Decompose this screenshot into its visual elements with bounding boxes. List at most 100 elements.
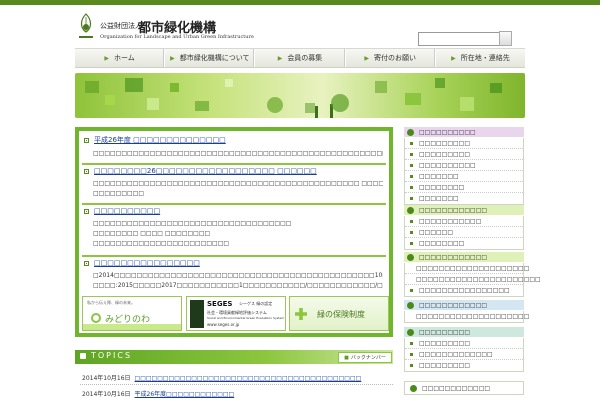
bullet-icon <box>410 141 413 145</box>
recycle-icon <box>407 128 414 136</box>
nav-home[interactable]: ▶ ホーム <box>75 49 166 67</box>
sidebar-link-label: □□□□□□□□ <box>419 240 465 247</box>
bullet-icon <box>410 289 413 292</box>
news-title-link[interactable]: 平成26年度 □□□□□□□□□□□□□□ <box>94 135 226 145</box>
sidebar-link[interactable]: □□□□□□□ <box>405 193 523 204</box>
seges-english: Social and Environmental Green Evaluatio… <box>207 316 285 320</box>
news-body-line: □2014□□□□□□□□□□□□□□□□□□□□□□□□□□□□□□□□□□□… <box>93 272 383 279</box>
sidebar-link[interactable]: □□□□□□□□□□□□□ <box>405 349 523 360</box>
sidebar-link[interactable]: □□□□□□□□□□□□□□□□□□□□ <box>405 263 529 274</box>
sidebar-section: □□□□□□□□□□□□ □□□□□□□□□□□ □□□□□□ □□□□□□□□ <box>404 205 524 250</box>
global-nav: ▶ ホーム ▶ 都市緑化機構について ▶ 会員の募集 ▶ 寄付のお願い ▶ 所在地・連絡先 <box>75 48 525 68</box>
search-button[interactable] <box>499 31 512 46</box>
nav-donation[interactable]: ▶ 寄付のお願い <box>346 49 436 67</box>
sidebar-link[interactable]: □□□□□□□□□□□□□□□□ <box>405 285 523 296</box>
nav-label: 寄付のお願い <box>374 54 417 62</box>
sidebar-link-label: □□□□□□□□□□□□□□□□ <box>419 287 510 294</box>
bullet-icon <box>84 260 89 266</box>
site-header: 公益財団法人 都市緑化機構 Organization for Landscape… <box>0 5 600 49</box>
nav-about[interactable]: ▶ 都市緑化機構について <box>165 49 256 67</box>
sidebar-link[interactable]: □□□□□□□□□ <box>405 138 523 149</box>
sidebar-link[interactable]: □□□□□□□□ <box>405 182 523 193</box>
bullet-icon <box>410 219 413 223</box>
news-body-line: □□□□□□□□□ <box>93 190 145 197</box>
arrow-right-icon: ▶ <box>277 54 283 62</box>
topic-row: 2014年10月16日 □□□□□□□□□□□□□□□□□□□□□□□□□□□□□… <box>82 373 361 382</box>
sidebar-link-label: □□□□□□□ <box>419 195 459 202</box>
news-item: □□□□□□□□□□ □□□□□□□□□□□□□□□□□□□□□□□□□□□□□… <box>82 207 386 257</box>
sidebar-link[interactable]: □□□□□□□□ <box>405 238 523 249</box>
sidebar-footer-link[interactable]: □□□□□□□□□□□□ <box>404 381 524 395</box>
bullet-icon <box>84 137 89 143</box>
sidebar-link[interactable]: □□□□□□ <box>405 227 523 238</box>
news-title-link[interactable]: □□□□□□□□□□ <box>94 207 160 215</box>
sidebar-section-title: □□□□□□□□□ <box>419 328 471 336</box>
recycle-icon <box>407 328 414 336</box>
nav-membership[interactable]: ▶ 会員の募集 <box>255 49 346 67</box>
search-input[interactable] <box>418 32 510 46</box>
arrow-right-icon: ▶ <box>451 54 456 62</box>
sidebar-footer-label: □□□□□□□□□□□□ <box>422 384 491 392</box>
sidebar-link[interactable]: □□□□□□□□□□□ <box>405 216 523 227</box>
topics-label: TOPICS <box>91 351 133 360</box>
topic-date: 2014年10月16日 <box>82 391 131 398</box>
arrow-right-icon: ▶ <box>364 54 370 62</box>
topic-link[interactable]: 平成26年度□□□□□□□□□□□□ <box>135 391 235 398</box>
sidebar-link[interactable]: □□□□□□□□□□□□□□□□□□□□□□ <box>405 274 541 285</box>
green-insurance-banner[interactable]: 緑の保険制度 <box>289 296 389 331</box>
ring-icon <box>91 313 101 323</box>
grass-strip <box>83 324 181 330</box>
sidebar-section-header: □□□□□□□□□□ <box>404 127 524 138</box>
sidebar-link[interactable]: □□□□□□□□□ <box>405 149 523 160</box>
sidebar-link[interactable]: □□□□□□□ <box>405 171 523 182</box>
sidebar-link-label: □□□□□□□□□□ <box>419 161 476 169</box>
sidebar-link[interactable]: □□□□□□□□□□ <box>405 160 523 171</box>
midorinowa-banner[interactable]: 私から伝え隊、緑の未来。 みどりのわ <box>82 296 182 331</box>
sidebar-link-label: □□□□□□□□□ <box>419 339 471 347</box>
sidebar-link-label: □□□□□□□□□□□□□□□□□□□□□□ <box>416 275 541 283</box>
sidebar-link-label: □□□□□□□□□□□□□ <box>419 350 493 358</box>
sidebar-link[interactable]: □□□□□□□□□□□□□□□□□□□□ <box>405 311 529 322</box>
sidebar-link-label: □□□□□□□□□□□□□□□□□□□□ <box>416 313 530 320</box>
sidebar-section: □□□□□□□□□□□□ □□□□□□□□□□□□□□□□□□□□ □□□□□□… <box>404 252 541 297</box>
bullet-icon <box>410 230 413 234</box>
news-title-link[interactable]: □□□□□□□□26□□□□□□□□□□□□□□□□□□ □□□□□□ <box>94 167 317 175</box>
banner-caption: 私から伝え隊、緑の未来。 <box>87 300 135 305</box>
sidebar-link-label: □□□□□□□ <box>419 172 459 180</box>
bullet-icon <box>410 152 413 156</box>
bullet-icon <box>410 364 413 367</box>
bullet-icon <box>410 185 413 189</box>
sidebar-link-label: □□□□□□□□ <box>419 183 465 191</box>
news-title-link[interactable]: □□□□□□□□□□□□□□□□ <box>94 259 200 267</box>
recycle-icon <box>410 384 417 392</box>
org-prefix: 公益財団法人 <box>100 22 142 30</box>
sidebar-section: □□□□□□□□□□□□ □□□□□□□□□□□□□□□□□□□□ <box>404 300 529 323</box>
bullet-icon <box>410 163 413 167</box>
sidebar-link-label: □□□□□□ <box>419 228 454 236</box>
news-body-line: □□□□□□□□ □□□□ □□□□□□□□ <box>93 230 211 237</box>
sidebar-section-header: □□□□□□□□□□□□ <box>404 300 524 311</box>
news-body-line: □□□□:2015□□□□□2017□□□□□□□□□□□1□□□□□□□□□□… <box>93 282 383 289</box>
sidebar-link[interactable]: □□□□□□□□□ <box>405 338 523 349</box>
seges-subtitle: シーゲス 緑の認定 <box>239 301 273 306</box>
sidebar-section-header: □□□□□□□□□ <box>404 327 524 338</box>
sidebar-link-label: □□□□□□□□□□□□□□□□□□□□ <box>416 264 530 272</box>
insurance-title: 緑の保険制度 <box>317 310 365 319</box>
back-number-button[interactable]: ■ バックナンバー <box>338 352 392 363</box>
sidebar-link-label: □□□□□□□□□□□ <box>419 217 482 225</box>
sidebar-link[interactable]: □□□□□□□□□ <box>405 360 523 371</box>
flag-icon <box>80 353 86 359</box>
topic-link[interactable]: □□□□□□□□□□□□□□□□□□□□□□□□□□□□□□□□□□□□□□□□ <box>135 375 362 382</box>
bullet-icon <box>84 208 89 214</box>
news-body-line: □□□□□□□□□□□□□□□□□□□□□□□□□□□□□□□□□□□□□□□□… <box>93 180 383 187</box>
bullet-icon <box>410 174 413 178</box>
green-mosaic-graphic <box>85 78 502 118</box>
nav-access[interactable]: ▶ 所在地・連絡先 <box>436 49 525 67</box>
leaf-logo-icon[interactable] <box>76 12 96 42</box>
sidebar-section-title: □□□□□□□□□□□□ <box>419 253 488 261</box>
bullet-icon <box>84 168 89 174</box>
arrow-right-icon: ▶ <box>104 54 110 62</box>
nav-label: ホーム <box>114 54 135 62</box>
seges-banner[interactable]: SEGES シーゲス 緑の認定 社会・環境貢献緑地評価システム Social a… <box>186 296 286 331</box>
sidebar-section: □□□□□□□□□ □□□□□□□□□ □□□□□□□□□□□□□ □□□□□□… <box>404 327 524 372</box>
